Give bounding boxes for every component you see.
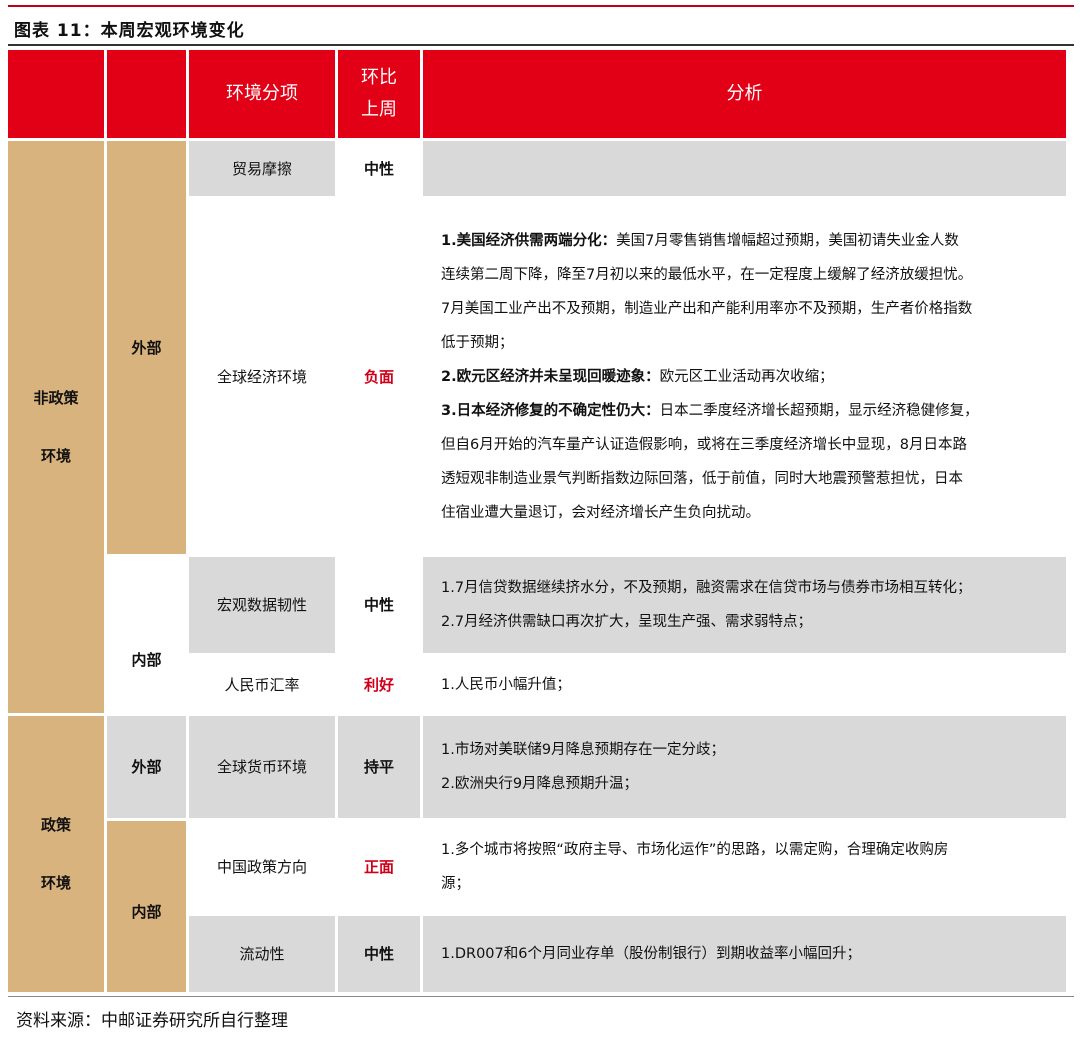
header-change: 环比 上周 [338, 50, 420, 138]
sub-external-1: 外部 [107, 141, 186, 554]
row-analysis: 1.DR007和6个月同业存单（股份制银行）到期收益率小幅回升； [423, 916, 1066, 992]
row-analysis: 1.7月信贷数据继续挤水分，不及预期，融资需求在信贷市场与债券市场相互转化； 2.… [423, 557, 1066, 653]
sub-external-2: 外部 [107, 716, 186, 818]
analysis-line: 1.市场对美联储9月降息预期存在一定分歧； [441, 733, 725, 767]
analysis-line-lead: 1.美国经济供需两端分化： [441, 232, 617, 249]
analysis-line-text: 源； [441, 876, 470, 892]
group-non-policy: 非政策 环境 [8, 141, 104, 713]
group-policy: 政策 环境 [8, 716, 104, 992]
analysis-line: 3.日本经济修复的不确定性仍大：日本二季度经济增长超预期，显示经济稳健修复， [441, 394, 979, 428]
analysis-line-text: 1.DR007和6个月同业存单（股份制银行）到期收益率小幅回升； [441, 946, 861, 962]
analysis-line-text: 1.7月信贷数据继续挤水分，不及预期，融资需求在信贷市场与债券市场相互转化； [441, 580, 972, 596]
analysis-line-lead: 2.欧元区经济并未呈现回暖迹象： [441, 368, 660, 385]
header-blank-2 [107, 50, 186, 138]
row-item: 贸易摩擦 [189, 141, 335, 196]
analysis-line: 住宿业遭大量退订，会对经济增长产生负向扰动。 [441, 496, 979, 530]
analysis-line: 透短观非制造业景气判断指数边际回落，低于前值，同时大地震预警惹担忧，日本 [441, 462, 979, 496]
group-policy-line1: 政策 [40, 816, 71, 834]
analysis-line-text: 日本二季度经济增长超预期，显示经济稳健修复， [659, 402, 979, 419]
group-non-policy-line1: 非政策 [33, 389, 79, 407]
row-item: 中国政策方向 [189, 821, 335, 913]
analysis-line-text: 1.市场对美联储9月降息预期存在一定分歧； [441, 742, 726, 758]
analysis-line-text: 2.欧洲央行9月降息预期升温； [441, 776, 639, 792]
analysis-line-text: 住宿业遭大量退订，会对经济增长产生负向扰动。 [441, 504, 760, 521]
analysis-line: 1.人民币小幅升值； [441, 668, 571, 702]
row-item: 人民币汇率 [189, 656, 335, 713]
header-blank-1 [8, 50, 104, 138]
analysis-line-text: 1.人民币小幅升值； [441, 676, 571, 693]
row-change: 利好 [338, 656, 420, 713]
figure-title: 图表 11：本周宏观环境变化 [14, 21, 245, 41]
analysis-line-text: 连续第二周下降，降至7月初以来的最低水平，在一定程度上缓解了经济放缓担忧。 [441, 266, 973, 283]
analysis-line: 2.7月经济供需缺口再次扩大，呈现生产强、需求弱特点； [441, 605, 972, 639]
analysis-line: 2.欧元区经济并未呈现回暖迹象：欧元区工业活动再次收缩； [441, 360, 979, 394]
row-item: 流动性 [189, 916, 335, 992]
row-item: 全球经济环境 [189, 199, 335, 554]
row-item: 宏观数据韧性 [189, 557, 335, 653]
analysis-line: 1.多个城市将按照“政府主导、市场化运作”的思路，以需定购，合理确定收购房 [441, 833, 948, 867]
analysis-line-text: 7月美国工业产出不及预期，制造业产出和产能利用率亦不及预期，生产者价格指数 [441, 300, 973, 317]
group-non-policy-line2: 环境 [40, 447, 71, 465]
source-note: 资料来源：中邮证券研究所自行整理 [16, 1011, 288, 1031]
analysis-line-text: 低于预期； [441, 334, 514, 351]
header-change-line1: 环比 [361, 67, 397, 89]
analysis-line: 1.DR007和6个月同业存单（股份制银行）到期收益率小幅回升； [441, 937, 861, 971]
row-change: 中性 [338, 916, 420, 992]
analysis-line-lead: 3.日本经济修复的不确定性仍大： [441, 402, 660, 419]
bottom-rule [8, 996, 1074, 997]
analysis-line: 连续第二周下降，降至7月初以来的最低水平，在一定程度上缓解了经济放缓担忧。 [441, 258, 979, 292]
row-analysis: 1.美国经济供需两端分化：美国7月零售销售增幅超过预期，美国初请失业金人数连续第… [423, 199, 1066, 554]
analysis-line: 低于预期； [441, 326, 979, 360]
analysis-line: 但自6月开始的汽车量产认证造假影响，或将在三季度经济增长中显现，8月日本路 [441, 428, 979, 462]
row-change: 中性 [338, 557, 420, 653]
row-change: 正面 [338, 821, 420, 913]
analysis-line-text: 但自6月开始的汽车量产认证造假影响，或将在三季度经济增长中显现，8月日本路 [441, 436, 967, 453]
row-change: 持平 [338, 716, 420, 818]
group-policy-line2: 环境 [40, 874, 71, 892]
header-analysis: 分析 [423, 50, 1066, 138]
row-change: 中性 [338, 141, 420, 196]
analysis-line: 源； [441, 867, 948, 901]
row-analysis [423, 141, 1066, 196]
analysis-line: 1.7月信贷数据继续挤水分，不及预期，融资需求在信贷市场与债券市场相互转化； [441, 571, 972, 605]
sub-internal-1: 内部 [107, 557, 186, 713]
sub-internal-2: 内部 [107, 821, 186, 992]
analysis-line-text: 1.多个城市将按照“政府主导、市场化运作”的思路，以需定购，合理确定收购房 [441, 842, 949, 858]
analysis-line: 1.美国经济供需两端分化：美国7月零售销售增幅超过预期，美国初请失业金人数 [441, 224, 979, 258]
header-change-line2: 上周 [361, 99, 397, 120]
analysis-line: 7月美国工业产出不及预期，制造业产出和产能利用率亦不及预期，生产者价格指数 [441, 292, 979, 326]
row-item: 全球货币环境 [189, 716, 335, 818]
row-analysis: 1.市场对美联储9月降息预期存在一定分歧； 2.欧洲央行9月降息预期升温； [423, 716, 1066, 818]
analysis-line-text: 美国7月零售销售增幅超过预期，美国初请失业金人数 [616, 232, 959, 249]
row-change: 负面 [338, 199, 420, 554]
analysis-line: 2.欧洲央行9月降息预期升温； [441, 767, 725, 801]
header-item: 环境分项 [189, 50, 335, 138]
top-rule [8, 5, 1074, 7]
row-analysis: 1.人民币小幅升值； [423, 656, 1066, 713]
analysis-line-text: 2.7月经济供需缺口再次扩大，呈现生产强、需求弱特点； [441, 614, 813, 630]
title-rule [8, 44, 1074, 46]
analysis-line-text: 欧元区工业活动再次收缩； [659, 368, 834, 385]
row-analysis: 1.多个城市将按照“政府主导、市场化运作”的思路，以需定购，合理确定收购房 源； [423, 821, 1066, 913]
analysis-line-text: 透短观非制造业景气判断指数边际回落，低于前值，同时大地震预警惹担忧，日本 [441, 470, 963, 487]
